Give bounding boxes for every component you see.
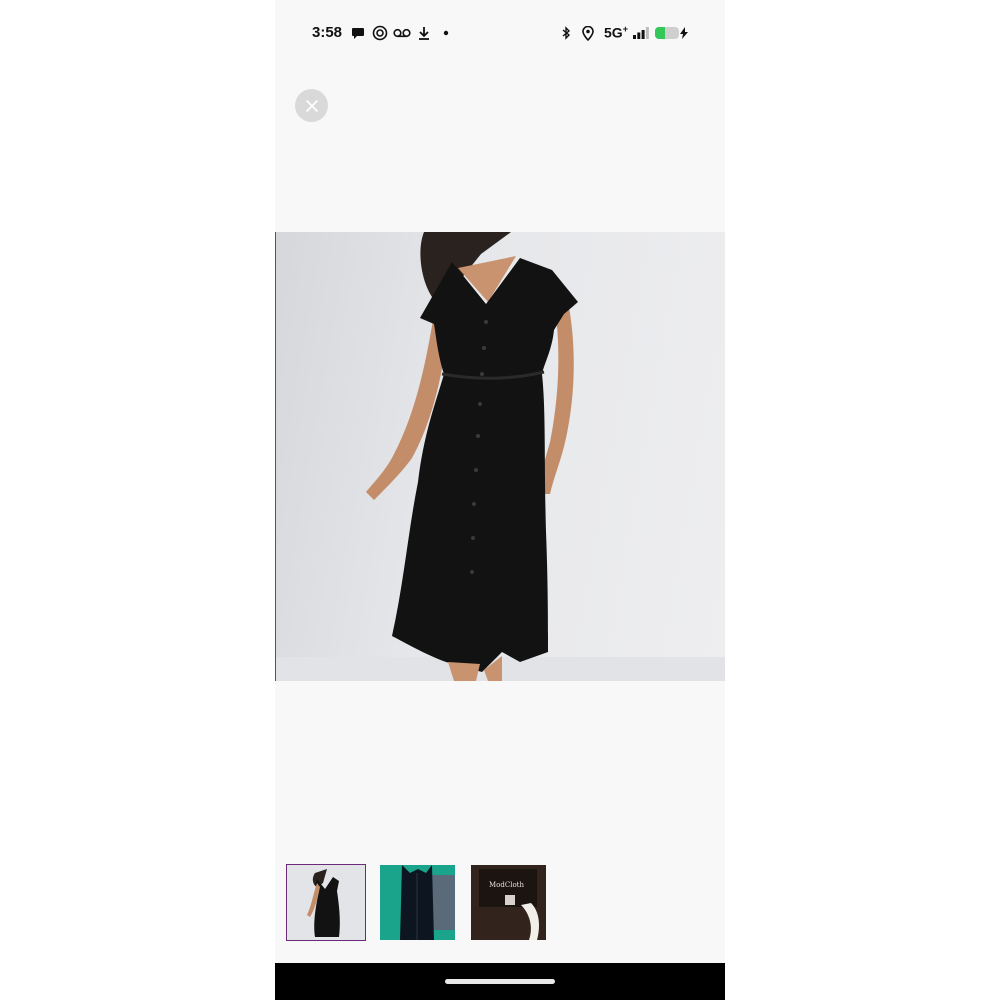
- battery-level: [655, 27, 665, 39]
- dress-label-thumb[interactable]: ModCloth: [471, 865, 546, 940]
- thumb-label-text: ModCloth: [489, 881, 524, 889]
- bluetooth-icon: [560, 24, 572, 42]
- dot-icon: [442, 24, 450, 42]
- main-product-image[interactable]: [275, 232, 725, 681]
- close-icon: [305, 99, 318, 112]
- status-bar: 3:58 5G+: [275, 0, 725, 66]
- battery-icon: [655, 27, 679, 39]
- phone-screen: 3:58 5G+ ModCloth: [275, 0, 725, 1000]
- home-indicator[interactable]: [445, 979, 555, 984]
- chat-bubble-icon: [350, 24, 366, 42]
- network-type: 5G+: [604, 24, 628, 41]
- black-midi-dress-photo: [276, 232, 725, 681]
- charging-icon: [679, 24, 689, 42]
- status-time: 3:58: [312, 24, 343, 41]
- dress-hanger-thumb[interactable]: [380, 865, 455, 940]
- dress-front-thumb[interactable]: [286, 864, 366, 941]
- download-icon: [417, 24, 431, 42]
- voicemail-icon: [393, 24, 411, 42]
- location-icon: [581, 24, 595, 42]
- close-button[interactable]: [295, 89, 328, 122]
- signal-icon: [632, 24, 650, 42]
- home-indicator-bar: [275, 963, 725, 1000]
- threads-icon: [371, 24, 389, 42]
